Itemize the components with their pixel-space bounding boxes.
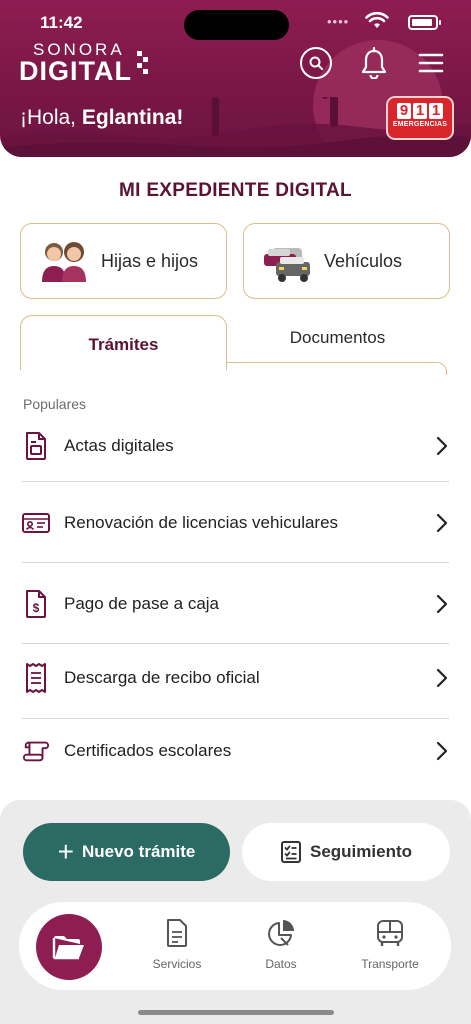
bus-icon [377, 920, 403, 946]
home-indicator [138, 1010, 334, 1015]
battery-icon [408, 15, 441, 30]
emergency-number: 9 1 1 [388, 103, 452, 119]
list-divider [22, 481, 449, 482]
greeting-name: Eglantina! [81, 106, 184, 129]
chevron-right-icon [436, 741, 448, 761]
nav-transporte-label: Transporte [361, 957, 419, 971]
list-item-actas[interactable]: Actas digitales [22, 430, 449, 462]
tab-documentos[interactable]: Documentos [240, 314, 435, 362]
emergency-label: EMERGENCIAS [392, 121, 448, 128]
status-bar: 11:42 •••• [0, 10, 471, 40]
checklist-icon [280, 841, 301, 863]
menu-button[interactable] [414, 46, 448, 80]
list-divider [22, 718, 449, 719]
app-header: 11:42 •••• SONORA DIGITAL ¡Hola, Eglanti… [0, 0, 471, 157]
list-item-pago[interactable]: $ Pago de pase a caja [22, 588, 449, 620]
children-icon [42, 242, 86, 282]
vehicles-card-label: Vehículos [324, 250, 403, 271]
list-item-label: Descarga de recibo oficial [64, 668, 260, 687]
greeting-prefix: ¡Hola, [20, 106, 77, 129]
signal-dots-icon: •••• [327, 14, 350, 29]
svg-text:$: $ [33, 601, 40, 615]
folder-fab-button[interactable] [36, 914, 102, 980]
vehicles-card[interactable]: Vehículos [243, 223, 450, 299]
list-divider [22, 643, 449, 644]
emergency-digit: 1 [413, 103, 427, 119]
wifi-icon [365, 12, 389, 28]
tab-tramites[interactable]: Trámites [20, 315, 227, 370]
greeting: ¡Hola, Eglantina! [20, 106, 183, 130]
sonora-digital-logo: SONORA DIGITAL [19, 41, 148, 86]
children-card-label: Hijas e hijos [101, 250, 199, 271]
bottom-tab-bar: Servicios Datos Transporte [19, 902, 451, 990]
bell-icon [361, 47, 387, 79]
scroll-icon [22, 735, 50, 767]
list-item-label: Renovación de licencias vehiculares [64, 513, 339, 532]
new-tramite-button[interactable]: + Nuevo trámite [23, 823, 230, 881]
pie-chart-icon [268, 920, 294, 946]
list-item-label: Certificados escolares [64, 741, 232, 760]
chevron-right-icon [436, 436, 448, 456]
vehicles-icon [264, 248, 310, 282]
expediente-title: MI EXPEDIENTE DIGITAL [119, 180, 352, 201]
chevron-right-icon [436, 513, 448, 533]
emergency-digit: 9 [397, 103, 411, 119]
payment-document-icon: $ [22, 588, 50, 620]
nav-servicios[interactable]: Servicios [137, 918, 217, 971]
logo-pixel-mark [137, 51, 148, 74]
list-item-label: Actas digitales [64, 436, 174, 455]
file-icon [167, 919, 187, 947]
emergency-911-button[interactable]: 9 1 1 EMERGENCIAS [386, 96, 454, 140]
search-button[interactable] [300, 47, 332, 79]
list-item-certificados[interactable]: Certificados escolares [22, 735, 449, 767]
list-item-licencias[interactable]: Renovación de licencias vehiculares [22, 507, 449, 539]
logo-bottom-text: DIGITAL [19, 56, 132, 86]
nav-datos-label: Datos [265, 957, 297, 971]
seguimiento-label: Seguimiento [309, 842, 412, 861]
folder-icon [52, 936, 84, 960]
plus-icon: + [57, 836, 74, 867]
nav-transporte[interactable]: Transporte [350, 918, 430, 971]
list-item-label: Pago de pase a caja [64, 594, 220, 613]
nav-servicios-label: Servicios [152, 957, 202, 971]
dynamic-island [184, 10, 289, 40]
search-icon [309, 56, 323, 70]
seguimiento-button[interactable]: Seguimiento [242, 823, 450, 881]
status-time: 11:42 [40, 13, 83, 32]
emergency-digit: 1 [429, 103, 443, 119]
chevron-right-icon [436, 594, 448, 614]
new-tramite-label: Nuevo trámite [81, 842, 196, 861]
receipt-icon [22, 662, 50, 694]
children-card[interactable]: Hijas e hijos [20, 223, 227, 299]
list-caption: Populares [23, 396, 87, 412]
document-icon [22, 430, 50, 462]
notifications-button[interactable] [357, 46, 391, 80]
menu-icon [418, 53, 444, 73]
list-item-recibo[interactable]: Descarga de recibo oficial [22, 662, 449, 694]
id-card-icon [22, 507, 50, 539]
chevron-right-icon [436, 668, 448, 688]
nav-datos[interactable]: Datos [241, 918, 321, 971]
list-divider [22, 562, 449, 563]
